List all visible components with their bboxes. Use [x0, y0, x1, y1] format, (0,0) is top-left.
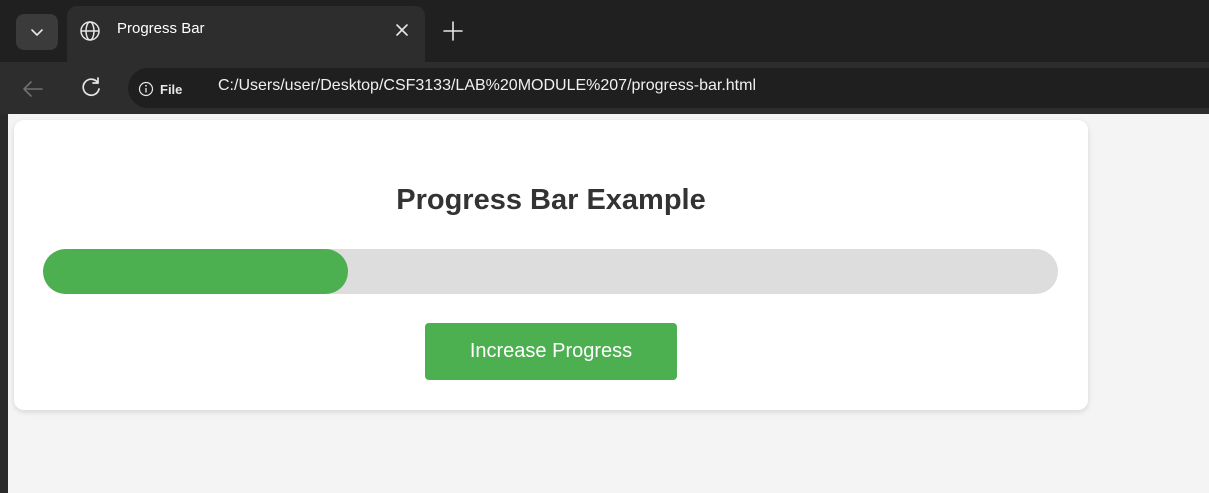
site-info-label: File: [160, 81, 183, 97]
chevron-down-icon: [31, 29, 43, 36]
tab-list-button[interactable]: [16, 14, 58, 50]
increase-progress-button[interactable]: Increase Progress: [425, 323, 677, 380]
browser-toolbar: File C:/Users/user/Desktop/CSF3133/LAB%2…: [0, 62, 1209, 114]
page-title: Progress Bar Example: [396, 184, 706, 216]
reload-icon[interactable]: [78, 74, 104, 100]
tab-strip: Progress Bar: [0, 0, 1209, 62]
progress-track: [43, 249, 1058, 294]
close-icon[interactable]: [393, 21, 411, 39]
tab-progress-bar[interactable]: Progress Bar: [67, 6, 425, 62]
url-text[interactable]: C:/Users/user/Desktop/CSF3133/LAB%20MODU…: [218, 77, 756, 95]
progress-fill: [43, 249, 348, 294]
window-edge: [0, 114, 8, 493]
new-tab-plus-icon[interactable]: [440, 18, 466, 44]
site-info-chip[interactable]: File: [138, 78, 182, 100]
tab-title: Progress Bar: [117, 20, 205, 37]
address-bar[interactable]: File C:/Users/user/Desktop/CSF3133/LAB%2…: [128, 68, 1209, 108]
globe-icon: [80, 21, 100, 41]
progress-card: Progress Bar Example Increase Progress: [14, 120, 1088, 410]
back-arrow-icon[interactable]: [20, 76, 46, 102]
page-viewport: Progress Bar Example Increase Progress: [0, 114, 1209, 493]
browser-window: Progress Bar File C:/Users/user/Desktop/…: [0, 0, 1209, 493]
info-icon: [138, 81, 154, 97]
